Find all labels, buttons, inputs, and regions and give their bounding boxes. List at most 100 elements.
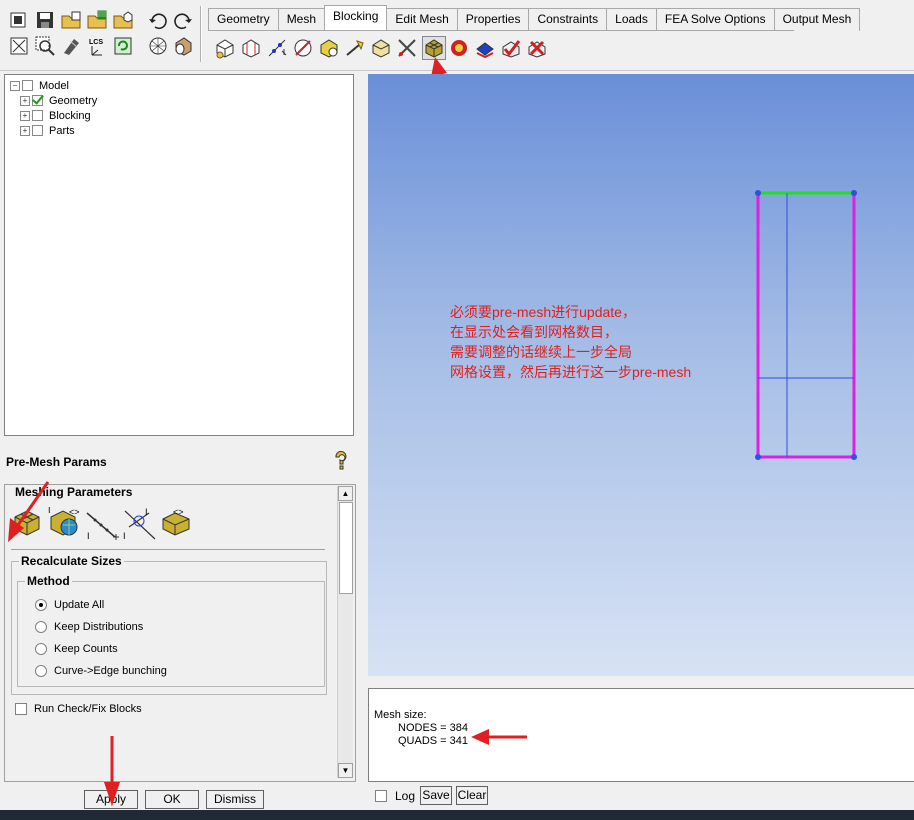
expand-icon[interactable]: + bbox=[20, 125, 30, 136]
tree-item-model[interactable]: − Model bbox=[10, 78, 69, 93]
cylinder-icon[interactable] bbox=[172, 35, 194, 57]
annotation-arrow-left bbox=[8, 481, 50, 542]
create-block-icon[interactable] bbox=[214, 37, 236, 59]
message-window: Mesh size: NODES = 384 QUADS = 341 bbox=[368, 688, 914, 782]
log-checkbox[interactable] bbox=[375, 790, 387, 802]
method-update-all[interactable]: Update All bbox=[35, 599, 104, 611]
undo-icon[interactable] bbox=[147, 9, 169, 31]
edit-block-icon[interactable] bbox=[396, 37, 418, 59]
radio-label: Keep Counts bbox=[54, 643, 118, 655]
tab-properties[interactable]: Properties bbox=[456, 8, 530, 31]
split-block-icon[interactable] bbox=[240, 37, 262, 59]
fit-icon[interactable] bbox=[8, 35, 30, 57]
recalculate-sizes-label: Recalculate Sizes bbox=[19, 554, 124, 568]
visibility-checkbox[interactable] bbox=[32, 95, 43, 106]
vertex[interactable] bbox=[851, 454, 857, 460]
svg-text:I: I bbox=[87, 531, 90, 541]
toolbar-separator bbox=[200, 6, 202, 62]
annotation-text: 必须要pre-mesh进行update， 在显示处会看到网格数目， 需要调整的话… bbox=[450, 304, 692, 380]
scroll-up-icon[interactable]: ▲ bbox=[338, 486, 353, 501]
log-label: Log bbox=[395, 789, 416, 803]
grid-icon[interactable] bbox=[86, 9, 108, 31]
dismiss-button[interactable]: Dismiss bbox=[206, 790, 264, 809]
radio-button[interactable] bbox=[35, 665, 47, 677]
radio-label: Keep Distributions bbox=[54, 621, 144, 633]
sphere-icon[interactable] bbox=[147, 35, 169, 57]
tab-edit-mesh[interactable]: Edit Mesh bbox=[386, 8, 458, 31]
clear-log-button[interactable]: Clear bbox=[456, 786, 488, 805]
transform-icon[interactable] bbox=[370, 37, 392, 59]
method-keep-counts[interactable]: Keep Counts bbox=[35, 643, 118, 655]
refresh-icon[interactable] bbox=[112, 35, 134, 57]
check-blocks-icon[interactable] bbox=[500, 37, 522, 59]
refine-blocks-icon[interactable]: <> bbox=[159, 507, 195, 539]
radio-label: Curve->Edge bunching bbox=[54, 665, 167, 677]
svg-text:<>: <> bbox=[69, 507, 80, 517]
radio-button[interactable] bbox=[35, 599, 47, 611]
tab-fea-solve-options[interactable]: FEA Solve Options bbox=[655, 8, 775, 31]
run-check-checkbox[interactable] bbox=[15, 703, 27, 715]
tab-mesh[interactable]: Mesh bbox=[277, 8, 326, 31]
visibility-checkbox[interactable] bbox=[32, 125, 43, 136]
redo-icon[interactable] bbox=[172, 9, 194, 31]
edge-params-icon[interactable]: I bbox=[83, 509, 121, 541]
radio-label: Update All bbox=[54, 599, 105, 611]
open-folder-icon[interactable] bbox=[60, 9, 82, 31]
help-icon[interactable] bbox=[333, 450, 349, 471]
expand-icon[interactable]: + bbox=[20, 110, 30, 121]
tree-item-label: Model bbox=[39, 79, 69, 92]
annotation-arrow-apply bbox=[104, 736, 120, 806]
run-check-fix-option[interactable]: Run Check/Fix Blocks bbox=[15, 703, 142, 715]
radio-button[interactable] bbox=[35, 643, 47, 655]
expand-icon[interactable]: + bbox=[20, 95, 30, 106]
params-scrollbar[interactable]: ▲ ▼ bbox=[337, 486, 353, 778]
associate-icon[interactable] bbox=[318, 37, 340, 59]
vertex[interactable] bbox=[755, 454, 761, 460]
tab-loads[interactable]: Loads bbox=[606, 8, 657, 31]
quads-count: QUADS = 341 bbox=[398, 735, 469, 747]
tab-output-mesh[interactable]: Output Mesh bbox=[773, 8, 861, 31]
tree-item-geometry[interactable]: + Geometry bbox=[20, 93, 97, 108]
move-vertex-icon[interactable] bbox=[344, 37, 366, 59]
zoom-icon[interactable] bbox=[34, 35, 56, 57]
tab-constraints[interactable]: Constraints bbox=[528, 8, 608, 31]
tab-blocking[interactable]: Blocking bbox=[324, 5, 388, 31]
divider bbox=[11, 549, 325, 550]
save-log-button[interactable]: Save bbox=[420, 786, 452, 805]
ok-button[interactable]: OK bbox=[145, 790, 199, 809]
measure-icon[interactable] bbox=[60, 35, 82, 57]
edge-icon[interactable] bbox=[292, 37, 314, 59]
tree-item-label: Blocking bbox=[49, 109, 91, 122]
box-open-icon[interactable] bbox=[112, 9, 134, 31]
vertex-icon[interactable] bbox=[266, 37, 288, 59]
nodes-count: NODES = 384 bbox=[398, 722, 469, 734]
method-keep-distributions[interactable]: Keep Distributions bbox=[35, 621, 143, 633]
method-label: Method bbox=[25, 574, 72, 588]
annotation-arrow-quads bbox=[471, 729, 527, 745]
visibility-checkbox[interactable] bbox=[32, 110, 43, 121]
save-icon[interactable] bbox=[34, 9, 56, 31]
log-option[interactable]: Log bbox=[375, 789, 415, 803]
tree-item-parts[interactable]: + Parts bbox=[20, 123, 75, 138]
scroll-down-icon[interactable]: ▼ bbox=[338, 763, 353, 778]
vertex[interactable] bbox=[755, 190, 761, 196]
lcs-icon[interactable]: LCS bbox=[86, 35, 108, 57]
svg-text:I: I bbox=[123, 531, 126, 541]
svg-text:I: I bbox=[145, 507, 148, 517]
tab-geometry[interactable]: Geometry bbox=[208, 8, 279, 31]
visibility-checkbox[interactable] bbox=[22, 80, 33, 91]
pre-mesh-smooth-icon[interactable] bbox=[474, 37, 496, 59]
match-edges-icon[interactable]: II bbox=[121, 507, 161, 541]
radio-button[interactable] bbox=[35, 621, 47, 633]
tree-item-blocking[interactable]: + Blocking bbox=[20, 108, 91, 123]
delete-block-icon[interactable] bbox=[526, 37, 548, 59]
scroll-thumb[interactable] bbox=[339, 502, 353, 594]
taskbar bbox=[0, 810, 914, 820]
tree-item-label: Parts bbox=[49, 124, 75, 137]
open-icon[interactable] bbox=[8, 9, 30, 31]
tree-item-label: Geometry bbox=[49, 94, 98, 107]
collapse-icon[interactable]: − bbox=[10, 80, 20, 91]
vertex[interactable] bbox=[851, 190, 857, 196]
panel-title: Pre-Mesh Params bbox=[6, 455, 107, 469]
method-curve-edge-bunching[interactable]: Curve->Edge bunching bbox=[35, 665, 167, 677]
